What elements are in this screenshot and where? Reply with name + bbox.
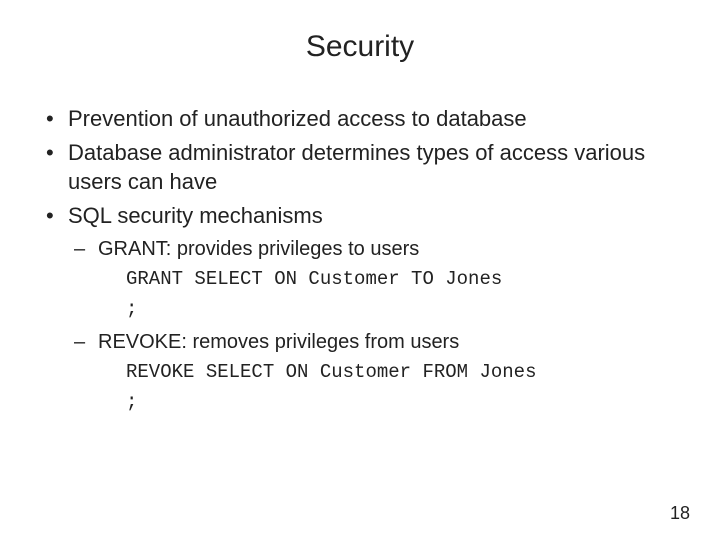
code-revoke-line1: REVOKE SELECT ON Customer FROM Jones	[98, 358, 680, 387]
sub-label: REVOKE: removes privileges from users	[98, 331, 459, 353]
sub-item-revoke: REVOKE: removes privileges from users RE…	[98, 328, 680, 417]
page-number: 18	[670, 503, 690, 524]
code-grant-line2: ;	[98, 295, 680, 324]
slide-title: Security	[40, 30, 680, 64]
sub-list: GRANT: provides privileges to users GRAN…	[68, 235, 680, 417]
bullet-list: Prevention of unauthorized access to dat…	[40, 104, 680, 417]
code-grant-line1: GRANT SELECT ON Customer TO Jones	[98, 265, 680, 294]
sub-label: GRANT: provides privileges to users	[98, 238, 419, 260]
bullet-item: SQL security mechanisms GRANT: provides …	[68, 201, 680, 417]
bullet-item: Prevention of unauthorized access to dat…	[68, 104, 680, 134]
bullet-text: SQL security mechanisms	[68, 203, 323, 228]
code-revoke-line2: ;	[98, 388, 680, 417]
bullet-item: Database administrator determines types …	[68, 138, 680, 197]
sub-item-grant: GRANT: provides privileges to users GRAN…	[98, 235, 680, 324]
